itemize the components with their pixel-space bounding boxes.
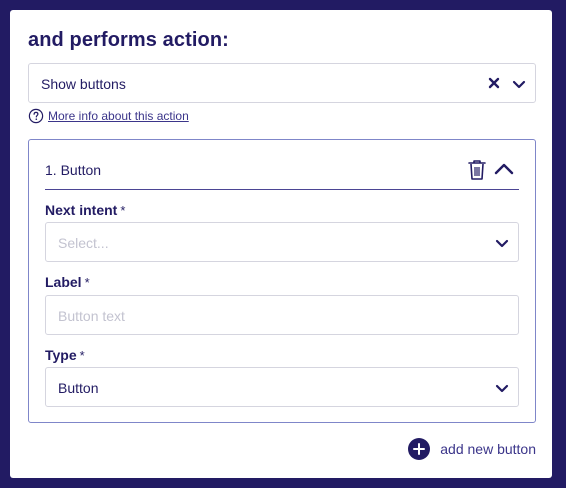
more-info-link[interactable]: More info about this action (48, 109, 189, 123)
action-panel: and performs action: Show buttons More i… (10, 10, 552, 478)
trash-icon[interactable] (467, 159, 487, 181)
label-field-label: Label * (45, 274, 90, 290)
next-intent-placeholder: Select... (58, 235, 109, 251)
type-select[interactable]: Button (45, 367, 519, 407)
add-new-button-label[interactable]: add new button (440, 441, 536, 457)
button-card: 1. Button Next intent * Select... Label * … (28, 139, 536, 423)
next-intent-label: Next intent * (45, 202, 125, 218)
chevron-down-icon[interactable] (494, 380, 510, 396)
required-mark: * (79, 348, 85, 363)
button-text-placeholder: Button text (58, 308, 125, 324)
button-text-input[interactable]: Button text (45, 295, 519, 335)
action-select[interactable]: Show buttons (28, 63, 536, 103)
required-mark: * (120, 203, 126, 218)
required-mark: * (84, 275, 90, 290)
action-select-value: Show buttons (41, 76, 126, 92)
chevron-up-icon[interactable] (493, 160, 515, 178)
info-row: More info about this action (28, 108, 189, 124)
question-circle-icon (28, 108, 44, 124)
card-divider (45, 189, 519, 190)
add-new-button[interactable]: add new button (408, 438, 536, 460)
type-label: Type * (45, 347, 85, 363)
close-icon[interactable] (487, 76, 501, 90)
next-intent-select[interactable]: Select... (45, 222, 519, 262)
type-select-value: Button (58, 380, 99, 396)
chevron-down-icon[interactable] (511, 76, 527, 92)
label-field-label-text: Label (45, 274, 82, 290)
next-intent-label-text: Next intent (45, 202, 118, 218)
section-heading: and performs action: (28, 29, 229, 51)
type-label-text: Type (45, 347, 77, 363)
plus-circle-icon[interactable] (408, 438, 431, 460)
chevron-down-icon[interactable] (494, 235, 510, 251)
button-card-title: 1. Button (45, 162, 102, 178)
